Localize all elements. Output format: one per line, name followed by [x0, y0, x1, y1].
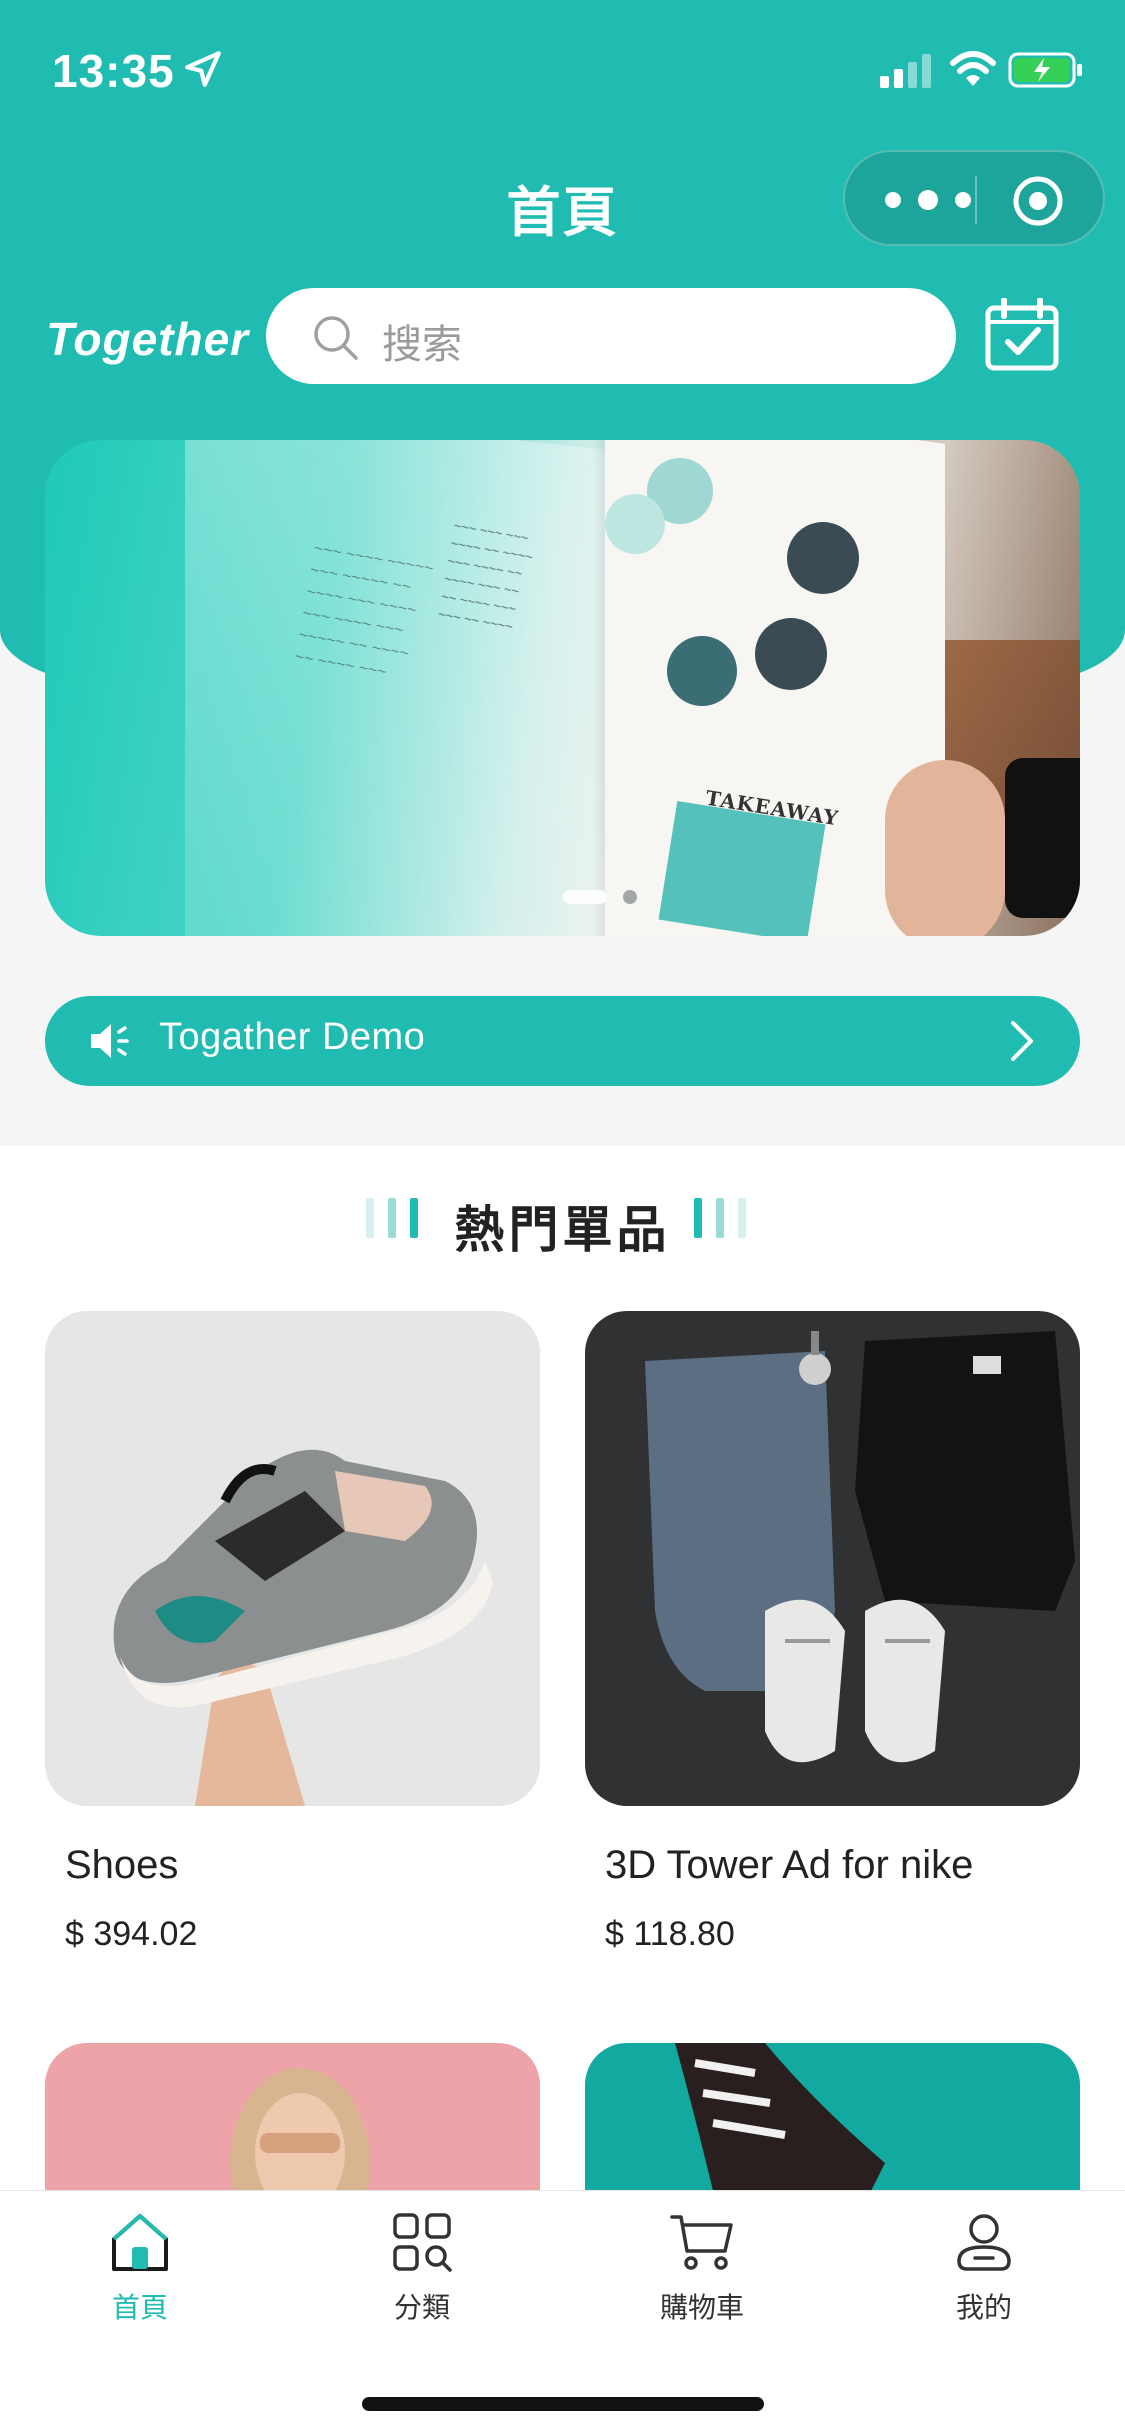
notice-bar[interactable]: Togather Demo: [45, 996, 1080, 1086]
banner-diagram-circle: [605, 494, 665, 554]
tab-home[interactable]: 首頁: [40, 2211, 240, 2326]
category-icon: [393, 2213, 452, 2272]
tab-label: 我的: [955, 2292, 1012, 2323]
product-card[interactable]: 3D Tower Ad for nike $ 118.80: [585, 1311, 1080, 1953]
sneaker-image: [113, 1449, 493, 1806]
carousel-dot-active[interactable]: [563, 890, 607, 904]
carousel-indicator[interactable]: [563, 890, 637, 904]
tab-profile[interactable]: 我的: [884, 2211, 1084, 2326]
calendar-check-icon[interactable]: [984, 298, 1060, 372]
notice-text: Togather Demo: [159, 1016, 426, 1058]
status-time: 13:35: [52, 45, 175, 97]
speaker-icon: [91, 1024, 129, 1058]
banner-diagram-circle: [787, 522, 859, 594]
banner-mug-image: [1005, 758, 1080, 918]
tab-label: 分類: [393, 2292, 450, 2323]
product-name: 3D Tower Ad for nike: [605, 1843, 974, 1887]
cellular-signal-icon: [880, 54, 931, 88]
profile-icon: [957, 2214, 1011, 2271]
home-icon: [112, 2214, 168, 2271]
section-title: 熱門單品: [454, 1202, 671, 1258]
location-arrow-icon: [185, 51, 221, 87]
mini-program-capsule: [843, 150, 1105, 246]
tab-category[interactable]: 分類: [322, 2211, 522, 2326]
banner-carousel[interactable]: ~~~ ~~~~ ~~~~~ ~~~ ~~~~~ ~~ ~~~~ ~~~ ~~~~ ~…: [45, 440, 1080, 936]
chevron-right-icon: [1011, 1021, 1033, 1061]
home-indicator[interactable]: [362, 2397, 764, 2411]
banner-hand-image: [885, 760, 1005, 936]
tab-label: 購物車: [659, 2292, 744, 2323]
title-decoration-right: [694, 1198, 746, 1238]
product-price: $ 394.02: [65, 1915, 198, 1953]
product-image[interactable]: [585, 1311, 1080, 1806]
search-icon: [314, 316, 358, 360]
banner-diagram-circle: [667, 636, 737, 706]
status-bar: 13:35: [0, 0, 1125, 140]
product-price: $ 118.80: [605, 1915, 735, 1953]
more-menu-icon[interactable]: [885, 180, 971, 220]
outfit-flatlay-image: [645, 1331, 1075, 1763]
brand-logo-text: Together: [46, 313, 250, 365]
product-image[interactable]: [45, 1311, 540, 1806]
wifi-icon: [950, 51, 996, 86]
battery-charging-icon: [1008, 52, 1082, 88]
carousel-dot[interactable]: [623, 890, 637, 904]
product-card[interactable]: Shoes $ 394.02: [45, 1311, 540, 1953]
tab-label: 首頁: [111, 2292, 168, 2323]
product-name: Shoes: [65, 1843, 179, 1887]
cart-icon: [670, 2215, 733, 2270]
search-input[interactable]: 搜索: [266, 288, 956, 384]
capsule-divider: [975, 176, 977, 224]
banner-diagram-circle: [755, 618, 827, 690]
close-target-icon[interactable]: [1011, 174, 1065, 228]
tab-cart[interactable]: 購物車: [602, 2211, 802, 2326]
search-placeholder: 搜索: [382, 323, 462, 367]
